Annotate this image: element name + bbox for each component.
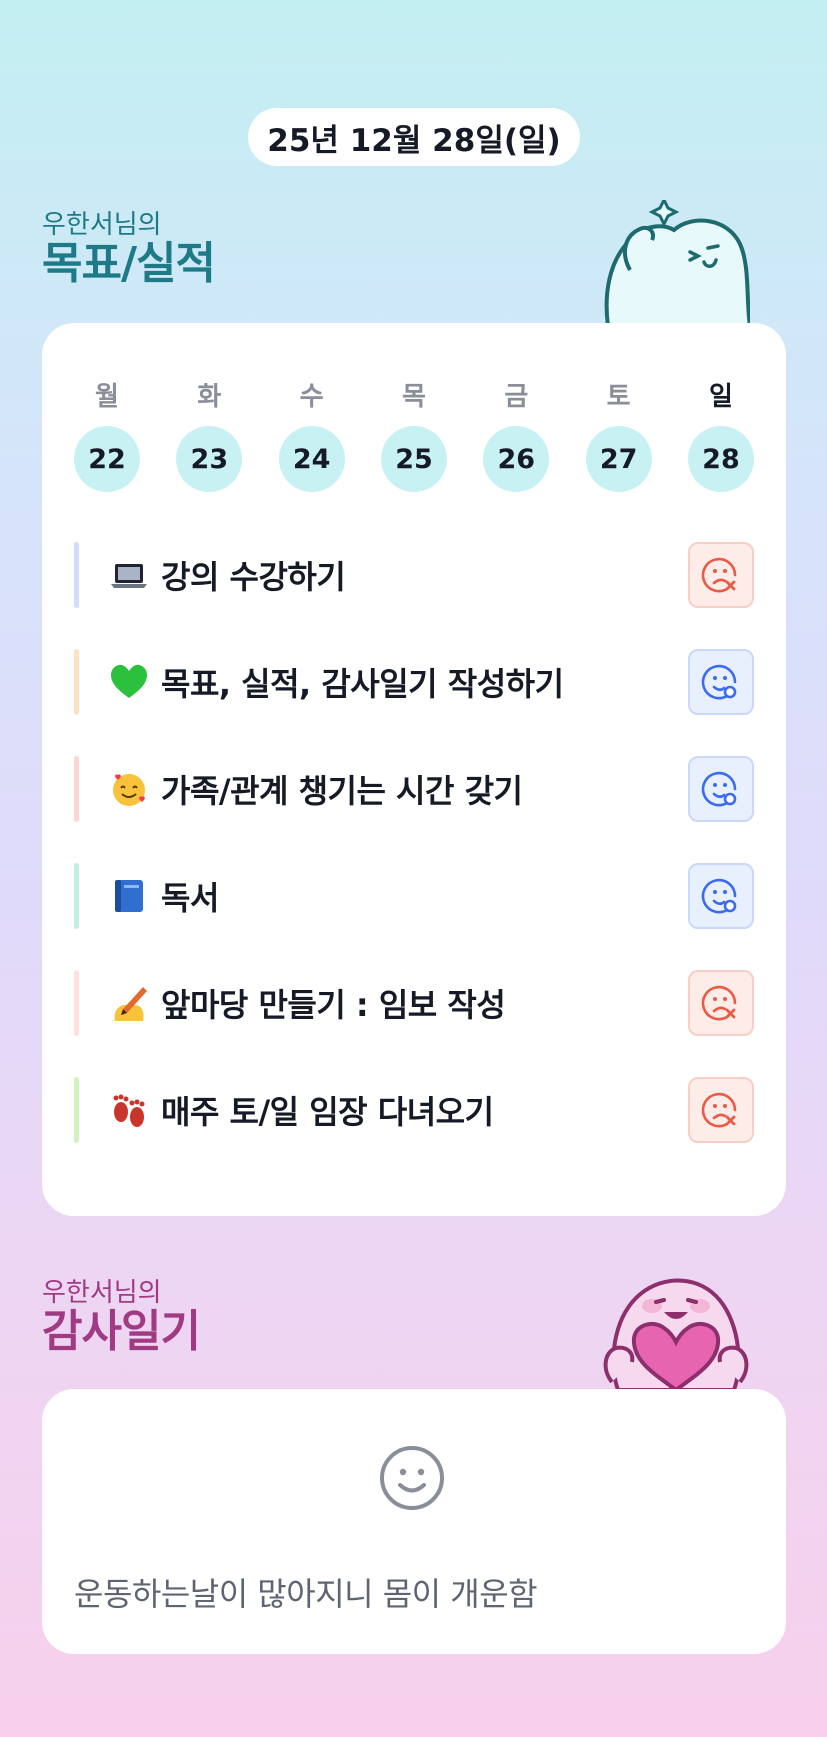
date-label: 25년 12월 28일(일): [267, 122, 561, 159]
status-success-icon[interactable]: [688, 863, 754, 929]
goal-row[interactable]: 독서: [74, 863, 754, 929]
goal-row[interactable]: 목표, 실적, 감사일기 작성하기: [74, 649, 754, 715]
thanks-section-title: 감사일기: [42, 1306, 201, 1357]
goals-section-title: 목표/실적: [42, 238, 216, 289]
writing-hand-icon: [109, 983, 149, 1023]
goal-label: 강의 수강하기: [161, 558, 346, 596]
day-name: 목: [402, 382, 426, 412]
heart-mascot-icon: [603, 1278, 749, 1390]
day-column[interactable]: 일 28: [687, 378, 754, 492]
day-column[interactable]: 목 25: [380, 378, 447, 492]
green-heart-icon: [109, 662, 149, 702]
goal-color-bar: [74, 756, 79, 822]
goal-row[interactable]: 강의 수강하기: [74, 542, 754, 608]
goal-row[interactable]: 가족/관계 챙기는 시간 갖기: [74, 756, 754, 822]
thanks-section-subtitle: 우한서님의: [42, 1278, 162, 1308]
day-name: 월: [95, 382, 119, 412]
day-column[interactable]: 수 24: [278, 378, 345, 492]
day-number[interactable]: 25: [380, 426, 447, 492]
day-number[interactable]: 23: [176, 426, 243, 492]
goals-card: 월 22 화 23 수 24 목 25 금 26 토 27 일 28 강의 수강하기목표, 실적, 감사일…: [42, 323, 786, 1216]
day-name: 화: [197, 382, 222, 412]
day-name: 수: [299, 382, 324, 412]
day-number[interactable]: 28: [687, 426, 754, 492]
goal-label: 앞마당 만들기 : 임보 작성: [161, 986, 506, 1024]
smile-face-icon: [380, 1446, 444, 1510]
goal-row[interactable]: 앞마당 만들기 : 임보 작성: [74, 970, 754, 1036]
day-name: 금: [504, 382, 529, 412]
goals-section-subtitle: 우한서님의: [42, 210, 162, 240]
goal-label: 매주 토/일 임장 다녀오기: [161, 1093, 494, 1131]
day-number[interactable]: 24: [278, 426, 345, 492]
day-name: 토: [606, 382, 631, 412]
status-success-icon[interactable]: [688, 649, 754, 715]
day-column[interactable]: 월 22: [74, 378, 140, 492]
day-name: 일: [709, 382, 733, 412]
status-fail-icon[interactable]: [688, 970, 754, 1036]
footprints-icon: [109, 1090, 149, 1130]
goal-color-bar: [74, 542, 79, 608]
goal-label: 독서: [161, 879, 219, 917]
day-column[interactable]: 토 27: [585, 378, 652, 492]
smiling-face-with-hearts-icon: [109, 769, 149, 809]
goal-color-bar: [74, 1077, 79, 1143]
blue-book-icon: [109, 876, 149, 916]
date-pill[interactable]: 25년 12월 28일(일): [248, 108, 580, 166]
goals-section-header: 우한서님의 목표/실적: [42, 210, 216, 289]
day-column[interactable]: 화 23: [176, 378, 243, 492]
goal-label: 목표, 실적, 감사일기 작성하기: [161, 665, 564, 703]
status-fail-icon[interactable]: [688, 542, 754, 608]
goal-row[interactable]: 매주 토/일 임장 다녀오기: [74, 1077, 754, 1143]
status-fail-icon[interactable]: [688, 1077, 754, 1143]
thanks-section-header: 우한서님의 감사일기: [42, 1278, 201, 1357]
goal-color-bar: [74, 970, 79, 1036]
day-number[interactable]: 26: [483, 426, 550, 492]
laptop-icon: [109, 555, 149, 595]
day-number[interactable]: 22: [74, 426, 140, 492]
status-success-icon[interactable]: [688, 756, 754, 822]
thanks-card[interactable]: 운동하는날이 많아지니 몸이 개운함: [42, 1389, 786, 1654]
ghost-mascot-icon: [604, 200, 750, 326]
goal-label: 가족/관계 챙기는 시간 갖기: [161, 772, 523, 810]
day-number[interactable]: 27: [585, 426, 652, 492]
goal-color-bar: [74, 649, 79, 715]
goal-color-bar: [74, 863, 79, 929]
week-strip: 월 22 화 23 수 24 목 25 금 26 토 27 일 28: [74, 378, 754, 492]
day-column[interactable]: 금 26: [483, 378, 550, 492]
thanks-entry-text: 운동하는날이 많아지니 몸이 개운함: [74, 1575, 538, 1613]
